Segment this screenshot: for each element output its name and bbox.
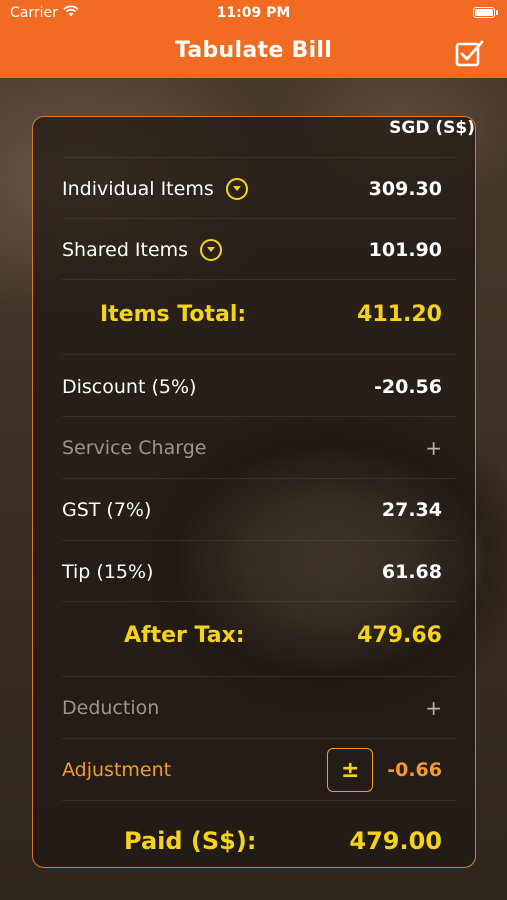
individual-items-label: Individual Items — [62, 178, 214, 200]
discount-label: Discount (5%) — [62, 376, 197, 398]
deduction-label: Deduction — [62, 697, 160, 719]
divider — [62, 354, 457, 355]
divider — [62, 478, 457, 479]
adjustment-label: Adjustment — [62, 759, 172, 781]
individual-items-value: 309.30 — [368, 178, 442, 200]
paid-value: 479.00 — [349, 827, 442, 855]
discount-value: -20.56 — [374, 376, 442, 398]
row-items-total: Items Total: 411.20 — [100, 294, 442, 334]
row-discount[interactable]: Discount (5%) -20.56 — [62, 367, 442, 407]
gst-label: GST (7%) — [62, 499, 152, 521]
divider — [62, 218, 457, 219]
row-tip[interactable]: Tip (15%) 61.68 — [62, 552, 442, 592]
plus-icon[interactable]: + — [425, 696, 442, 720]
row-service-charge[interactable]: Service Charge + — [62, 428, 442, 468]
tip-value: 61.68 — [381, 561, 442, 583]
after-tax-value: 479.66 — [357, 622, 442, 648]
divider — [62, 540, 457, 541]
row-individual-items: Individual Items 309.30 — [62, 169, 442, 209]
items-total-label: Items Total: — [100, 301, 247, 327]
paid-label: Paid (S$): — [124, 827, 257, 855]
service-charge-label: Service Charge — [62, 437, 207, 459]
row-paid: Paid (S$): 479.00 — [124, 821, 442, 861]
divider — [62, 157, 457, 158]
edit-checkbox-icon[interactable] — [455, 39, 485, 67]
after-tax-label: After Tax: — [124, 622, 245, 648]
adjustment-value: -0.66 — [387, 759, 442, 781]
divider — [62, 279, 457, 280]
row-adjustment: Adjustment ± -0.66 — [62, 748, 442, 792]
row-after-tax: After Tax: 479.66 — [124, 615, 442, 655]
plus-icon[interactable]: + — [425, 436, 442, 460]
items-total-value: 411.20 — [357, 301, 442, 327]
battery-icon — [473, 7, 498, 18]
shared-items-label: Shared Items — [62, 239, 189, 261]
status-bar: Carrier 11:09 PM — [0, 0, 507, 28]
divider — [62, 601, 457, 602]
chevron-down-circle-icon[interactable] — [225, 178, 248, 200]
row-gst[interactable]: GST (7%) 27.34 — [62, 490, 442, 530]
page-title: Tabulate Bill — [174, 38, 333, 63]
nav-bar: Tabulate Bill — [0, 28, 507, 78]
shared-items-value: 101.90 — [368, 239, 442, 261]
divider — [62, 738, 457, 739]
gst-value: 27.34 — [381, 499, 442, 521]
status-time: 11:09 PM — [216, 5, 291, 21]
row-shared-items: Shared Items 101.90 — [62, 230, 442, 270]
divider — [62, 416, 457, 417]
divider — [62, 676, 457, 677]
tip-label: Tip (15%) — [62, 561, 154, 583]
plus-minus-icon[interactable]: ± — [327, 748, 374, 792]
chevron-down-circle-icon[interactable] — [200, 239, 223, 261]
divider — [62, 800, 457, 801]
row-deduction[interactable]: Deduction + — [62, 688, 442, 728]
currency-label: SGD (S$) — [389, 118, 475, 138]
